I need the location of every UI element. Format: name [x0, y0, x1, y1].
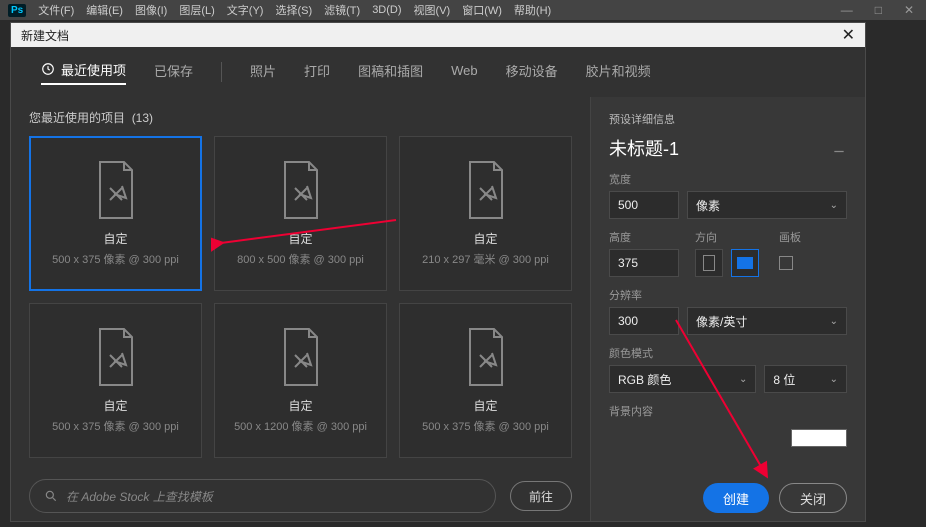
preset-area: 您最近使用的项目 (13) 自定500 x 375 像素 @ 300 ppi自定…	[11, 97, 590, 521]
height-label: 高度	[609, 229, 679, 245]
preset-meta: 500 x 1200 像素 @ 300 ppi	[234, 418, 367, 434]
orientation-portrait[interactable]	[695, 249, 723, 277]
bg-color-swatch[interactable]	[791, 429, 847, 447]
panel-heading: 预设详细信息	[609, 111, 847, 127]
height-input[interactable]	[609, 249, 679, 277]
bit-depth-select[interactable]: 8 位⌄	[764, 365, 847, 393]
resolution-unit-select[interactable]: 像素/英寸⌄	[687, 307, 847, 335]
tab-saved[interactable]: 已保存	[154, 61, 193, 84]
artboard-checkbox[interactable]	[779, 256, 793, 270]
search-icon	[44, 489, 58, 503]
bg-label: 背景内容	[609, 403, 847, 419]
create-button[interactable]: 创建	[703, 483, 769, 513]
menu-window[interactable]: 窗口(W)	[462, 2, 502, 18]
window-minimize-icon[interactable]: —	[841, 3, 853, 17]
stock-go-button[interactable]: 前往	[510, 481, 572, 511]
preset-meta: 500 x 375 像素 @ 300 ppi	[52, 418, 179, 434]
menu-help[interactable]: 帮助(H)	[514, 2, 551, 18]
annotation-arrow-2	[671, 315, 781, 485]
res-label: 分辨率	[609, 287, 847, 303]
preset-card-3[interactable]: 自定 500 x 375 像素 @ 300 ppi	[29, 303, 202, 458]
menu-view[interactable]: 视图(V)	[414, 2, 451, 18]
dialog-title-text: 新建文档	[21, 27, 69, 44]
tab-photo[interactable]: 照片	[250, 61, 276, 84]
width-label: 宽度	[609, 171, 847, 187]
menu-select[interactable]: 选择(S)	[275, 2, 312, 18]
menu-layer[interactable]: 图层(L)	[179, 2, 214, 18]
category-tabs: 最近使用项 已保存 照片 打印 图稿和插图 Web 移动设备 胶片和视频	[11, 47, 865, 97]
width-unit-select[interactable]: 像素⌄	[687, 191, 847, 219]
tab-film[interactable]: 胶片和视频	[586, 61, 651, 84]
preset-name: 自定	[473, 397, 497, 414]
menu-file[interactable]: 文件(F)	[38, 2, 74, 18]
chevron-down-icon: ⌄	[830, 374, 838, 385]
menu-3d[interactable]: 3D(D)	[372, 4, 401, 16]
artboard-label: 画板	[779, 229, 847, 245]
clock-icon	[41, 62, 55, 76]
color-label: 颜色模式	[609, 345, 847, 361]
save-preset-icon[interactable]	[831, 141, 847, 155]
preset-name: 自定	[288, 397, 312, 414]
tab-mobile[interactable]: 移动设备	[506, 61, 558, 84]
window-close-icon[interactable]: ✕	[904, 3, 914, 17]
stock-search-input[interactable]: 在 Adobe Stock 上查找模板	[29, 479, 496, 513]
close-icon[interactable]: ✕	[842, 25, 855, 45]
tab-web[interactable]: Web	[451, 63, 478, 82]
preset-card-5[interactable]: 自定 500 x 375 像素 @ 300 ppi	[399, 303, 572, 458]
ps-logo: Ps	[8, 4, 26, 17]
preset-meta: 800 x 500 像素 @ 300 ppi	[237, 251, 364, 267]
chevron-down-icon: ⌄	[830, 316, 838, 327]
preset-name: 自定	[288, 230, 312, 247]
preset-meta: 500 x 375 像素 @ 300 ppi	[52, 251, 179, 267]
new-document-dialog: 新建文档 ✕ 最近使用项 已保存 照片 打印 图稿和插图 Web 移动设备 胶片…	[10, 22, 866, 522]
preset-card-4[interactable]: 自定 500 x 1200 像素 @ 300 ppi	[214, 303, 387, 458]
menu-type[interactable]: 文字(Y)	[227, 2, 264, 18]
menu-image[interactable]: 图像(I)	[135, 2, 167, 18]
app-menubar: Ps 文件(F) 编辑(E) 图像(I) 图层(L) 文字(Y) 选择(S) 滤…	[0, 0, 926, 20]
menu-filter[interactable]: 滤镜(T)	[324, 2, 360, 18]
preset-name: 自定	[103, 397, 127, 414]
tab-recent[interactable]: 最近使用项	[41, 60, 126, 85]
color-mode-select[interactable]: RGB 颜色⌄	[609, 365, 756, 393]
tab-art[interactable]: 图稿和插图	[358, 61, 423, 84]
preset-name: 自定	[473, 230, 497, 247]
orient-label: 方向	[695, 229, 763, 245]
preset-meta: 500 x 375 像素 @ 300 ppi	[422, 418, 549, 434]
preset-card-1[interactable]: 自定 800 x 500 像素 @ 300 ppi	[214, 136, 387, 291]
width-input[interactable]	[609, 191, 679, 219]
doc-title-input[interactable]: 未标题-1	[609, 135, 679, 161]
window-maximize-icon[interactable]: □	[875, 3, 882, 17]
preset-details-panel: 预设详细信息 未标题-1 宽度 像素⌄ 高度 方向	[590, 97, 865, 521]
chevron-down-icon: ⌄	[830, 200, 838, 211]
chevron-down-icon: ⌄	[739, 374, 747, 385]
tab-print[interactable]: 打印	[304, 61, 330, 84]
preset-card-0[interactable]: 自定 500 x 375 像素 @ 300 ppi	[29, 136, 202, 291]
dialog-titlebar: 新建文档 ✕	[11, 23, 865, 47]
resolution-input[interactable]	[609, 307, 679, 335]
preset-meta: 210 x 297 毫米 @ 300 ppi	[422, 251, 549, 267]
recent-header: 您最近使用的项目 (13)	[29, 109, 572, 126]
preset-card-2[interactable]: 自定 210 x 297 毫米 @ 300 ppi	[399, 136, 572, 291]
preset-name: 自定	[103, 230, 127, 247]
close-button[interactable]: 关闭	[779, 483, 847, 513]
orientation-landscape[interactable]	[731, 249, 759, 277]
menu-edit[interactable]: 编辑(E)	[86, 2, 123, 18]
